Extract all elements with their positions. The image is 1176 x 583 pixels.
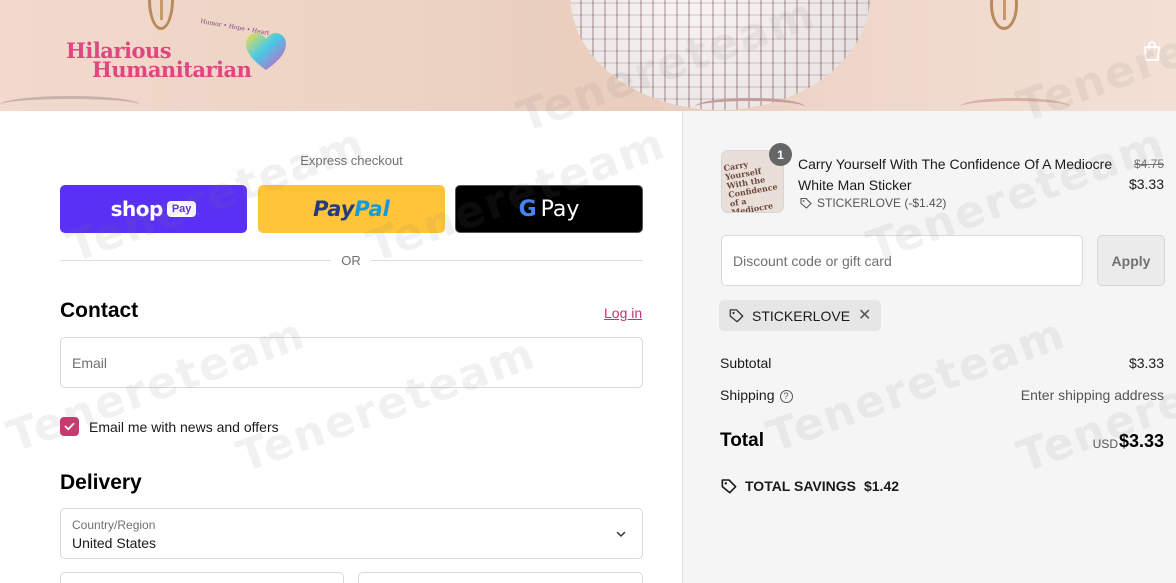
chevron-down-icon bbox=[616, 531, 626, 537]
item-discount-text: STICKERLOVE (-$1.42) bbox=[817, 196, 947, 210]
order-summary-column: Carry Yourself With the Confidence of a … bbox=[682, 111, 1176, 583]
contact-heading: Contact bbox=[60, 299, 139, 322]
original-price: $4.75 bbox=[1133, 157, 1164, 171]
first-name-field[interactable] bbox=[60, 572, 344, 583]
savings-value: $1.42 bbox=[863, 478, 900, 494]
google-g-icon: G bbox=[519, 197, 537, 222]
shop-pay-badge: Pay bbox=[166, 201, 197, 217]
shipping-label: Shipping bbox=[720, 387, 775, 403]
banner-decor bbox=[960, 98, 1070, 111]
paypal-button[interactable]: PayPal bbox=[258, 185, 445, 233]
checkout-form-column: Express checkout shop Pay PayPal G Pay O… bbox=[0, 111, 682, 583]
google-pay-label: Pay bbox=[540, 196, 580, 222]
paypal-logo-part: Pay bbox=[313, 197, 355, 221]
shop-pay-logo: shop bbox=[110, 197, 164, 221]
total-value: $3.33 bbox=[1118, 431, 1164, 451]
header-banner: Hilarious Humanitarian Humor • Hope • He… bbox=[0, 0, 1176, 111]
store-logo[interactable]: Hilarious Humanitarian Humor • Hope • He… bbox=[64, 18, 294, 88]
banner-decor bbox=[148, 0, 174, 30]
last-name-field[interactable] bbox=[358, 572, 643, 583]
disco-ball-image bbox=[570, 0, 870, 110]
applied-discount-tag: STICKERLOVE ✕ bbox=[719, 300, 882, 331]
login-link[interactable]: Log in bbox=[604, 305, 642, 321]
subtotal-value: $3.33 bbox=[1128, 355, 1164, 371]
banner-decor bbox=[695, 98, 805, 111]
savings-label: TOTAL SAVINGS bbox=[745, 478, 856, 494]
country-label: Country/Region bbox=[72, 518, 156, 532]
heart-icon bbox=[246, 33, 286, 70]
google-g-letter: G bbox=[518, 196, 537, 222]
google-pay-button[interactable]: G Pay bbox=[455, 185, 643, 233]
or-divider-label: OR bbox=[331, 253, 371, 268]
product-name: Carry Yourself With The Confidence Of A … bbox=[798, 156, 1113, 193]
banner-decor bbox=[990, 0, 1018, 30]
apply-button[interactable]: Apply bbox=[1097, 235, 1165, 286]
tag-icon bbox=[721, 479, 737, 494]
total-label: Total bbox=[720, 430, 764, 451]
delivery-heading: Delivery bbox=[60, 471, 142, 494]
email-input[interactable] bbox=[61, 338, 642, 387]
help-icon[interactable]: ? bbox=[779, 389, 793, 403]
discount-code-field[interactable] bbox=[721, 235, 1083, 286]
total-currency: USD bbox=[1092, 437, 1118, 451]
discount-code-input[interactable] bbox=[722, 236, 1082, 285]
shop-pay-button[interactable]: shop Pay bbox=[60, 185, 247, 233]
applied-code-text: STICKERLOVE bbox=[752, 307, 851, 324]
tag-icon bbox=[800, 197, 812, 209]
remove-discount-icon[interactable]: ✕ bbox=[858, 307, 871, 324]
email-field[interactable] bbox=[60, 337, 643, 388]
shipping-value: Enter shipping address bbox=[1020, 387, 1164, 403]
shipping-row-label: Shipping? bbox=[720, 387, 793, 403]
total-savings: TOTAL SAVINGS $1.42 bbox=[721, 478, 899, 494]
item-discount: STICKERLOVE (-$1.42) bbox=[800, 196, 946, 210]
current-price: $3.33 bbox=[1128, 176, 1164, 192]
country-value: United States bbox=[72, 535, 157, 551]
paypal-logo: PayPal bbox=[313, 197, 390, 221]
quantity-badge: 1 bbox=[769, 143, 792, 166]
paypal-logo-part: Pal bbox=[354, 197, 390, 221]
logo-text: Humanitarian bbox=[92, 57, 252, 82]
tag-icon bbox=[729, 309, 744, 323]
newsletter-checkbox[interactable] bbox=[60, 417, 79, 436]
newsletter-label[interactable]: Email me with news and offers bbox=[89, 419, 279, 435]
banner-decor bbox=[0, 96, 140, 111]
country-select[interactable]: Country/Region United States bbox=[60, 508, 643, 559]
shopping-bag-icon[interactable] bbox=[1142, 40, 1162, 62]
express-checkout-label: Express checkout bbox=[300, 153, 403, 168]
checkmark-icon bbox=[64, 422, 75, 431]
subtotal-label: Subtotal bbox=[720, 355, 772, 371]
